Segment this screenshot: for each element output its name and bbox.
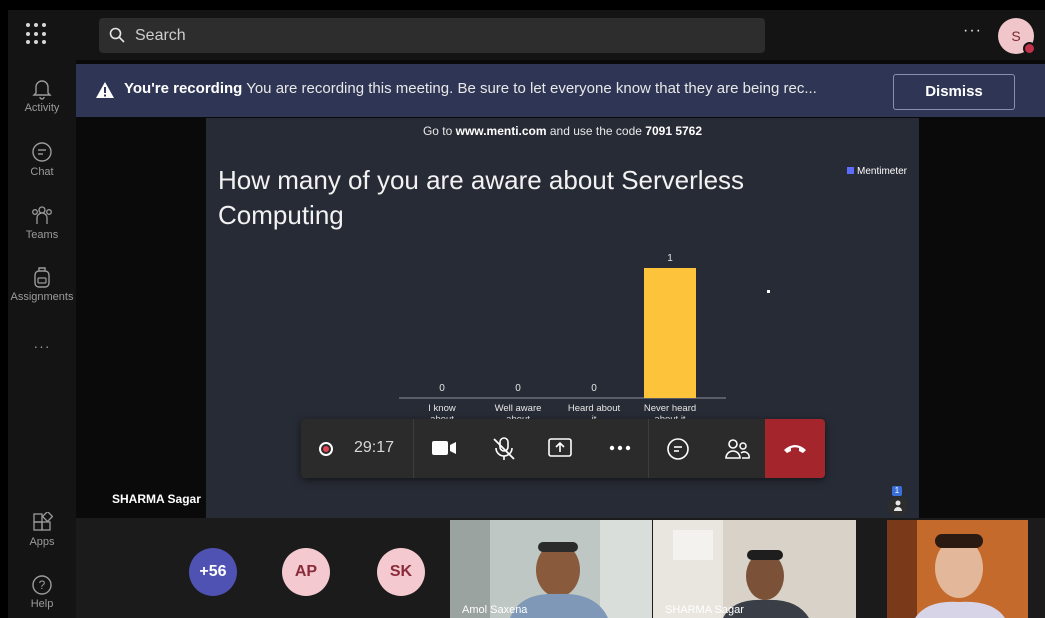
leave-call-button[interactable] xyxy=(765,419,825,478)
chart-value-label: 0 xyxy=(439,383,445,394)
camera-icon xyxy=(432,441,456,455)
chart-category-label: Heard about xyxy=(568,403,621,414)
user-avatar[interactable]: S xyxy=(998,18,1036,55)
participant-name: Amol Saxena xyxy=(462,604,528,616)
dismiss-button[interactable]: Dismiss xyxy=(893,74,1015,110)
chat-icon xyxy=(32,142,52,162)
rail-item-help[interactable]: ? Help xyxy=(8,574,76,610)
raised-hands-indicator[interactable]: 1 xyxy=(888,486,910,516)
meeting-stage: You're recording You are recording this … xyxy=(76,60,1045,518)
more-apps-icon: ··· xyxy=(33,338,51,354)
more-actions-button[interactable] xyxy=(595,419,643,478)
rail-item-chat[interactable]: Chat xyxy=(8,140,76,178)
share-screen-icon xyxy=(548,438,572,457)
chart-category-label: Well aware xyxy=(495,403,542,414)
video-tile[interactable]: Amol Saxena xyxy=(450,520,652,618)
warning-icon xyxy=(96,82,114,98)
teams-window: Search ··· S Activity Chat Teams Assignm… xyxy=(8,10,1045,618)
chat-icon xyxy=(667,438,689,460)
call-timer: 29:17 xyxy=(354,439,395,456)
chart-value-label: 1 xyxy=(667,253,673,264)
app-launcher-icon[interactable] xyxy=(26,23,48,45)
recording-banner: You're recording You are recording this … xyxy=(76,64,1045,117)
divider xyxy=(648,419,649,478)
backpack-icon xyxy=(34,267,50,288)
rail-label: Assignments xyxy=(10,291,74,303)
search-icon xyxy=(109,27,125,43)
participant-name: SHARMA Sagar xyxy=(665,604,744,616)
raised-hands-count: 1 xyxy=(892,486,902,496)
participant-avatar[interactable]: AP xyxy=(282,548,330,596)
recording-message: You're recording You are recording this … xyxy=(124,80,817,97)
mouse-cursor-icon xyxy=(767,290,770,293)
rail-item-more[interactable]: ··· xyxy=(8,338,76,354)
more-icon xyxy=(609,445,631,451)
rail-item-assignments[interactable]: Assignments xyxy=(8,265,76,303)
mic-button[interactable] xyxy=(479,419,527,478)
video-tile[interactable] xyxy=(887,520,1028,618)
chart-category-label: Never heard xyxy=(644,403,696,414)
mic-off-icon xyxy=(493,437,515,460)
chart-bar xyxy=(644,268,696,398)
bell-icon xyxy=(32,80,52,100)
divider xyxy=(413,419,414,478)
participants-button[interactable] xyxy=(711,419,759,478)
rail-item-teams[interactable]: Teams xyxy=(8,203,76,241)
rail-item-activity[interactable]: Activity xyxy=(8,78,76,114)
chat-button[interactable] xyxy=(653,419,701,478)
participant-video xyxy=(887,520,1028,618)
share-button[interactable] xyxy=(535,419,583,478)
recording-title: You're recording xyxy=(124,80,243,97)
rail-label: Activity xyxy=(24,102,60,114)
more-options-button[interactable]: ··· xyxy=(963,22,982,40)
camera-button[interactable] xyxy=(419,419,467,478)
chart-category-label: I know xyxy=(428,403,456,414)
presence-status-icon xyxy=(1023,42,1036,55)
chart-value-label: 0 xyxy=(515,383,521,394)
presenter-name: SHARMA Sagar xyxy=(112,492,201,506)
svg-text:?: ? xyxy=(39,578,46,592)
call-controls: 29:17 xyxy=(301,419,825,478)
participant-gallery: +56 AP SK Amol Saxena SHARMA Sagar xyxy=(76,518,1045,618)
rail-item-apps[interactable]: Apps xyxy=(8,512,76,548)
search-placeholder: Search xyxy=(135,27,186,44)
teams-icon xyxy=(32,206,52,224)
participant-avatar[interactable]: SK xyxy=(377,548,425,596)
recording-text: You are recording this meeting. Be sure … xyxy=(242,80,817,97)
rail-label: Chat xyxy=(30,166,54,178)
recording-indicator-icon xyxy=(319,442,333,456)
app-rail: Activity Chat Teams Assignments ··· Apps… xyxy=(8,60,76,618)
participants-icon xyxy=(725,439,750,459)
hang-up-icon xyxy=(784,445,806,453)
rail-label: Teams xyxy=(25,229,59,241)
help-icon: ? xyxy=(32,575,52,595)
top-bar: Search ··· S xyxy=(8,10,1045,60)
apps-icon xyxy=(33,512,53,531)
overflow-participants-button[interactable]: +56 xyxy=(189,548,237,596)
rail-label: Help xyxy=(30,598,54,610)
user-initial: S xyxy=(1011,28,1021,44)
video-tile[interactable]: SHARMA Sagar xyxy=(653,520,856,618)
chart-value-label: 0 xyxy=(591,383,597,394)
rail-label: Apps xyxy=(29,536,55,548)
search-input[interactable]: Search xyxy=(99,18,765,53)
person-icon xyxy=(888,496,908,516)
